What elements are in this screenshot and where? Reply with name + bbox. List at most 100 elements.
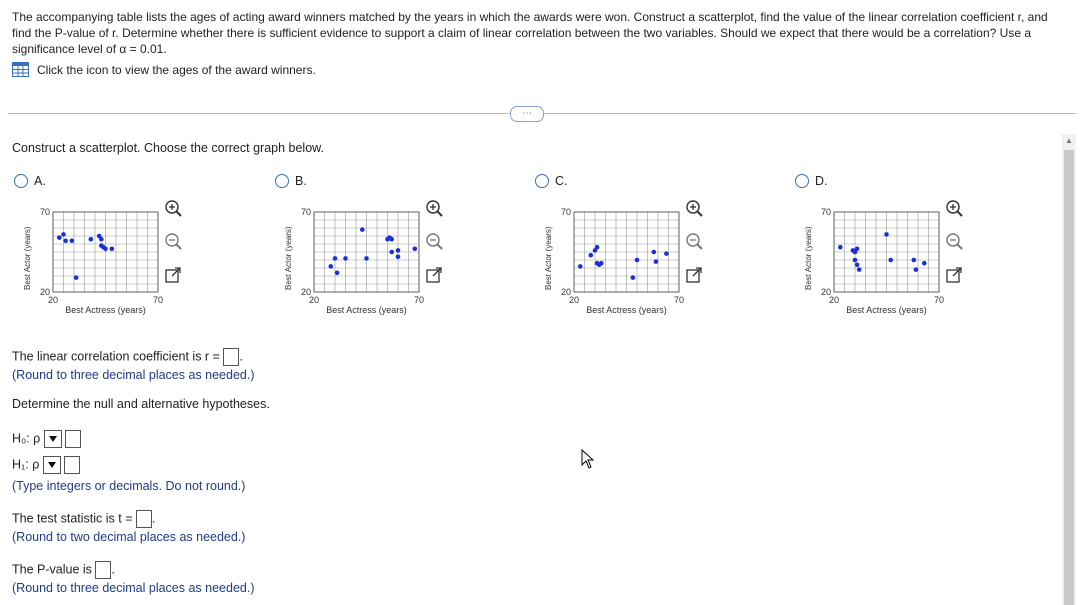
data-point [109, 246, 115, 252]
x-tick-label: 20 [569, 295, 579, 305]
p-row: The P-value is . [12, 561, 115, 579]
data-point [856, 267, 862, 272]
h0-label: H₀: ρ [12, 431, 41, 446]
data-point [594, 244, 600, 250]
option-label: A. [34, 174, 46, 188]
data-point [664, 251, 669, 256]
data-point [838, 244, 843, 250]
data-point [69, 238, 75, 244]
x-axis-label: Best Actress (years) [846, 305, 927, 315]
data-point [578, 264, 583, 269]
option-c[interactable]: C. [535, 174, 568, 188]
data-point [913, 267, 919, 272]
option-b[interactable]: B. [275, 174, 307, 188]
r-hint: (Round to three decimal places as needed… [12, 368, 255, 382]
data-point [328, 264, 334, 269]
h1-label: H₁: ρ [12, 457, 40, 472]
radio-button[interactable] [14, 174, 28, 188]
r-label: The linear correlation coefficient is r … [12, 349, 220, 364]
data-point [653, 259, 659, 264]
question-text: The accompanying table lists the ages of… [12, 10, 1048, 56]
t-label: The test statistic is t = [12, 511, 133, 526]
option-a[interactable]: A. [14, 174, 46, 188]
h0-value-input[interactable] [65, 430, 82, 448]
expand-icon[interactable] [944, 265, 964, 285]
p-input[interactable] [95, 561, 112, 579]
scrollbar-thumb[interactable] [1064, 150, 1074, 605]
option-label: D. [815, 174, 828, 188]
data-point [395, 254, 401, 260]
data-point [412, 246, 418, 252]
t-row: The test statistic is t = . [12, 510, 156, 528]
r-input[interactable] [223, 348, 240, 366]
x-axis-label: Best Actress (years) [65, 305, 146, 315]
radio-button[interactable] [795, 174, 809, 188]
y-tick-label: 70 [821, 207, 831, 217]
data-point [588, 252, 594, 258]
data-point [395, 248, 401, 253]
data-point [88, 236, 94, 242]
h0-row: H₀: ρ [12, 430, 82, 448]
cursor-icon [581, 448, 595, 469]
data-point [99, 236, 104, 242]
radio-button[interactable] [535, 174, 549, 188]
p-label: The P-value is [12, 562, 92, 577]
data-point [634, 257, 640, 263]
zoom-in-icon[interactable] [424, 198, 444, 218]
h1-value-input[interactable] [64, 456, 81, 474]
radio-button[interactable] [275, 174, 289, 188]
zoom-in-icon[interactable] [684, 198, 704, 218]
x-tick-label: 70 [153, 295, 163, 305]
data-point [630, 275, 636, 280]
data-point [332, 256, 338, 261]
y-tick-label: 70 [40, 207, 50, 217]
option-d[interactable]: D. [795, 174, 828, 188]
more-button[interactable]: ⋯ [510, 106, 544, 122]
data-point [922, 260, 927, 266]
table-icon[interactable] [12, 62, 29, 77]
x-tick-label: 70 [674, 295, 684, 305]
zoom-in-icon[interactable] [944, 198, 964, 218]
t-hint: (Round to two decimal places as needed.) [12, 530, 246, 544]
x-tick-label: 70 [934, 295, 944, 305]
scatter-prompt: Construct a scatterplot. Choose the corr… [12, 141, 324, 155]
data-point [343, 256, 348, 261]
h1-operator-select[interactable] [42, 456, 61, 474]
data-point [389, 249, 394, 255]
view-data-label[interactable]: Click the icon to view the ages of the a… [37, 63, 316, 77]
data-point [911, 257, 917, 263]
x-tick-label: 20 [48, 295, 58, 305]
x-tick-label: 20 [829, 295, 839, 305]
data-point [599, 260, 604, 266]
p-hint: (Round to three decimal places as needed… [12, 581, 255, 595]
data-point [103, 246, 108, 252]
x-axis-label: Best Actress (years) [326, 305, 407, 315]
hyp-hint: (Type integers or decimals. Do not round… [12, 479, 246, 493]
y-tick-label: 70 [561, 207, 571, 217]
data-point [888, 257, 893, 263]
t-input[interactable] [136, 510, 153, 528]
zoom-out-icon[interactable] [944, 231, 964, 251]
data-point [854, 262, 860, 268]
view-data-link[interactable]: Click the icon to view the ages of the a… [12, 62, 316, 77]
data-point [852, 257, 858, 263]
data-point [61, 232, 66, 237]
zoom-out-icon[interactable] [424, 231, 444, 251]
zoom-out-icon[interactable] [684, 231, 704, 251]
data-point [63, 238, 68, 244]
expand-icon[interactable] [424, 265, 444, 285]
expand-icon[interactable] [163, 265, 183, 285]
data-point [360, 227, 365, 232]
r-row: The linear correlation coefficient is r … [12, 348, 243, 366]
scroll-up-icon[interactable]: ▲ [1062, 136, 1076, 148]
x-tick-label: 70 [414, 295, 424, 305]
option-label: C. [555, 174, 568, 188]
expand-icon[interactable] [684, 265, 704, 285]
data-point [651, 249, 657, 255]
data-point [854, 246, 860, 252]
h0-operator-select[interactable] [43, 430, 62, 448]
x-tick-label: 20 [309, 295, 319, 305]
data-point [884, 232, 889, 237]
zoom-out-icon[interactable] [163, 231, 183, 251]
zoom-in-icon[interactable] [163, 198, 183, 218]
